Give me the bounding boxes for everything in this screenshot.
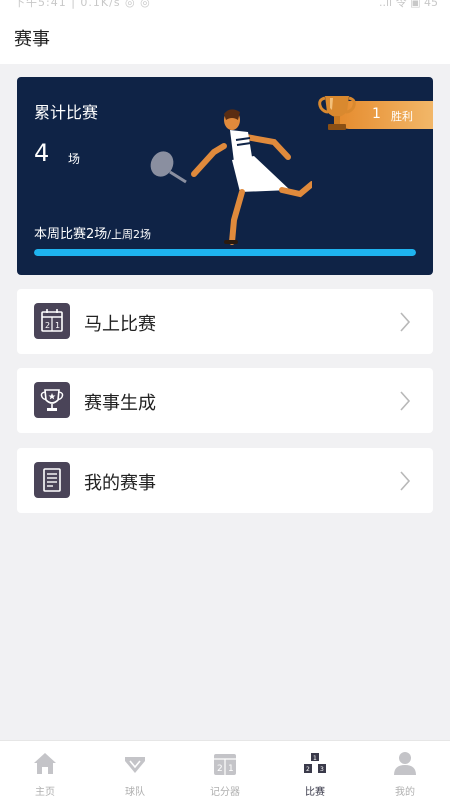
tab-home[interactable]: 主页: [0, 741, 90, 800]
bottom-tab-bar: 主页 球队 2 1 记分器 1 2 3 比赛 我的: [0, 740, 450, 800]
weekly-previous: /上周2场: [107, 228, 151, 241]
podium-icon: 1 2 3: [304, 753, 326, 773]
tab-label: 球队: [125, 787, 145, 798]
wins-label: 胜利: [391, 110, 413, 123]
menu-item-my-tournaments[interactable]: 我的赛事: [17, 448, 433, 513]
chevron-right-icon: [400, 391, 411, 411]
svg-text:1: 1: [228, 764, 234, 774]
tab-me[interactable]: 我的: [360, 741, 450, 800]
tab-match[interactable]: 1 2 3 比赛: [270, 741, 360, 800]
match-stats-card: 累计比赛 4 场 1 胜利 本周比赛2场/上周2场: [17, 77, 433, 275]
weekly-progress-bar: [34, 249, 416, 256]
svg-text:1: 1: [55, 321, 60, 330]
home-icon: [34, 753, 56, 774]
diamond-icon: [125, 757, 145, 773]
chevron-right-icon: [400, 471, 411, 491]
status-left: 下午5:41 | 0.1K/s ◎ ◎: [14, 0, 151, 9]
tab-label: 主页: [35, 787, 55, 798]
status-right: ..ıl 令 ▣ 45: [379, 0, 438, 9]
wins-count: 1: [372, 106, 381, 122]
menu-item-start-match[interactable]: 2 1 马上比赛: [17, 289, 433, 354]
weekly-main: 本周比赛2场: [34, 227, 108, 242]
menu-item-generate-tournament[interactable]: 赛事生成: [17, 368, 433, 433]
weekly-progress-fill: [34, 249, 416, 256]
page-title: 赛事: [14, 29, 50, 50]
svg-text:2: 2: [217, 764, 223, 774]
header: 赛事: [0, 12, 450, 64]
scoreboard-icon: 2 1: [214, 754, 236, 775]
tab-label: 比赛: [305, 787, 325, 798]
tab-label: 我的: [395, 787, 415, 798]
total-matches-unit: 场: [68, 152, 81, 166]
menu-item-label: 我的赛事: [84, 473, 156, 494]
menu-item-label: 马上比赛: [84, 314, 156, 335]
document-icon: [34, 462, 70, 498]
total-matches-count: 4: [34, 139, 50, 167]
total-matches-label: 累计比赛: [34, 103, 99, 122]
chevron-right-icon: [400, 312, 411, 332]
svg-text:2: 2: [45, 321, 50, 330]
svg-text:2: 2: [306, 766, 310, 773]
trophy-icon: [318, 96, 356, 130]
user-icon: [394, 752, 416, 775]
tab-scorer[interactable]: 2 1 记分器: [180, 741, 270, 800]
weekly-summary: 本周比赛2场/上周2场: [34, 223, 151, 242]
tennis-player-illustration: [150, 109, 312, 245]
tab-label: 记分器: [210, 787, 240, 798]
svg-text:1: 1: [313, 755, 317, 762]
tab-team[interactable]: 球队: [90, 741, 180, 800]
scoreboard-icon: 2 1: [34, 303, 70, 339]
status-bar: 下午5:41 | 0.1K/s ◎ ◎ ..ıl 令 ▣ 45: [0, 0, 450, 12]
svg-text:3: 3: [320, 766, 324, 773]
trophy-icon: [34, 382, 70, 418]
menu-item-label: 赛事生成: [84, 393, 156, 414]
